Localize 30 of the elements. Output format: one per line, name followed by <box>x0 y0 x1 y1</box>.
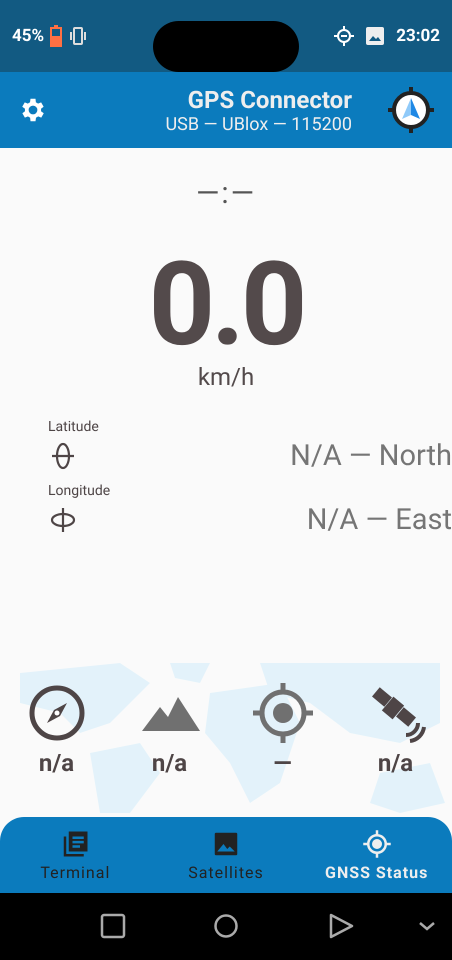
app-title: GPS Connector <box>188 86 352 114</box>
stat-value: n/a <box>38 749 74 777</box>
stat-value: n/a <box>378 749 414 777</box>
nav-tab[interactable]: GNSS Status <box>301 817 452 893</box>
coordinate-value: N/A — North <box>290 439 452 473</box>
home-icon[interactable] <box>213 913 239 939</box>
stat-value: — <box>273 749 292 777</box>
time-display: —:— <box>196 176 256 211</box>
image-icon <box>366 27 384 45</box>
coordinate-label: Latitude <box>48 419 100 435</box>
battery-icon <box>50 25 62 47</box>
nav-tab[interactable]: Satellites <box>150 817 302 893</box>
nav-tab[interactable]: Terminal <box>0 817 151 893</box>
compass-icon <box>26 683 86 743</box>
battery-percent: 45% <box>12 26 44 46</box>
coordinate-label: Longitude <box>48 483 112 499</box>
coordinate-value: N/A — East <box>306 503 452 537</box>
speed-value: 0.0 <box>148 247 304 363</box>
recents-icon[interactable] <box>100 913 126 939</box>
longitude-icon <box>48 505 78 535</box>
navigation-icon[interactable] <box>388 87 434 133</box>
back-icon[interactable] <box>328 913 354 939</box>
stat-value: n/a <box>152 749 188 777</box>
connection-subtitle: USB — UBlox — 115200 <box>165 114 352 134</box>
crosshair-icon <box>252 683 312 743</box>
crosshair-icon <box>362 828 392 858</box>
location-icon <box>334 26 354 46</box>
vibrate-icon <box>68 27 88 45</box>
speed-unit: km/h <box>198 363 254 391</box>
clock: 23:02 <box>396 26 440 46</box>
